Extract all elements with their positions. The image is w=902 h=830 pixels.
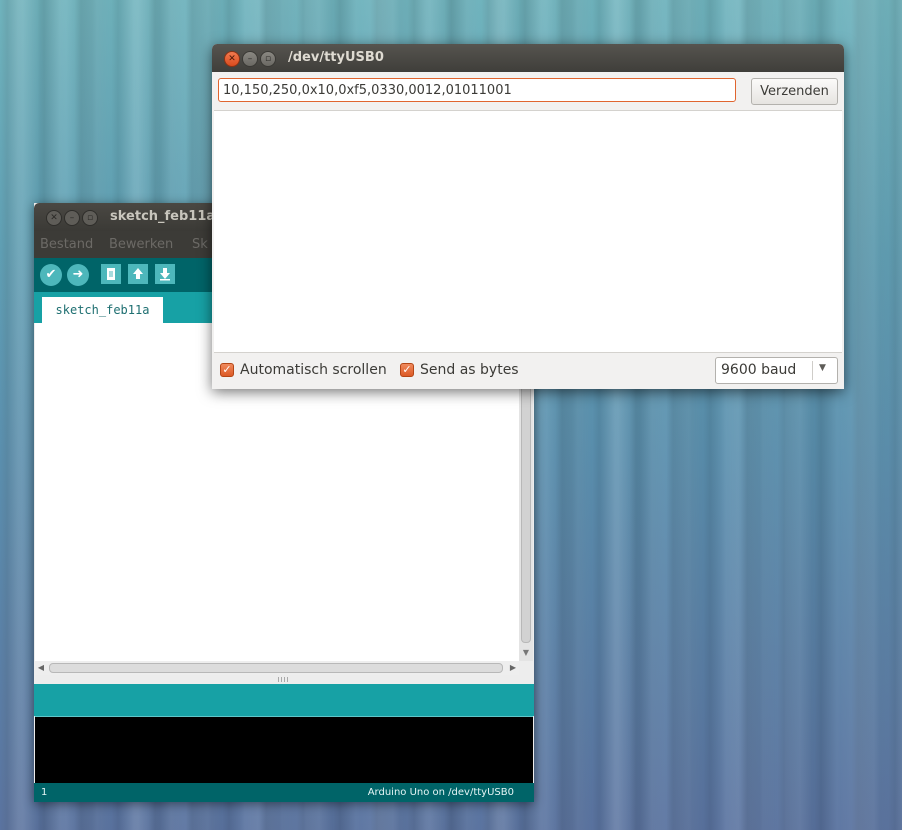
autoscroll-label: Automatisch scrollen bbox=[240, 362, 387, 378]
editor-horizontal-scrollbar[interactable]: ◀ ▶ bbox=[35, 661, 519, 675]
send-bytes-label: Send as bytes bbox=[420, 362, 519, 378]
ide-close-icon[interactable]: ✕ bbox=[46, 210, 62, 226]
console-splitter[interactable] bbox=[34, 675, 534, 684]
new-file-icon bbox=[107, 268, 115, 280]
baud-divider bbox=[812, 361, 813, 380]
line-number: 1 bbox=[41, 787, 48, 798]
checkmark-icon: ✔ bbox=[45, 267, 57, 282]
board-port-label: Arduino Uno on /dev/ttyUSB0 bbox=[367, 787, 514, 798]
ide-window-title: sketch_feb11a bbox=[110, 209, 216, 224]
splitter-grip-icon[interactable] bbox=[278, 677, 290, 682]
ide-status-bar bbox=[34, 684, 534, 716]
scroll-right-icon[interactable]: ▶ bbox=[507, 661, 519, 675]
serial-close-icon[interactable]: ✕ bbox=[224, 51, 240, 67]
send-bytes-checkbox[interactable]: ✓ bbox=[400, 363, 414, 377]
serial-titlebar[interactable]: ✕ – ▫ /dev/ttyUSB0 bbox=[212, 44, 844, 72]
save-button[interactable] bbox=[155, 264, 175, 284]
ide-footer: 1 Arduino Uno on /dev/ttyUSB0 bbox=[34, 783, 534, 802]
ide-console[interactable] bbox=[35, 716, 533, 783]
ide-minimize-icon[interactable]: – bbox=[64, 210, 80, 226]
upload-button[interactable]: ➜ bbox=[67, 264, 89, 286]
scroll-left-icon[interactable]: ◀ bbox=[35, 661, 47, 675]
send-input[interactable] bbox=[218, 78, 736, 102]
ide-maximize-icon[interactable]: ▫ bbox=[82, 210, 98, 226]
horizontal-scroll-thumb[interactable] bbox=[49, 663, 503, 673]
serial-minimize-icon[interactable]: – bbox=[242, 51, 258, 67]
serial-window-title: /dev/ttyUSB0 bbox=[288, 50, 384, 65]
autoscroll-checkbox[interactable]: ✓ bbox=[220, 363, 234, 377]
send-button[interactable]: Verzenden bbox=[751, 78, 838, 105]
menu-sketch[interactable]: Sk bbox=[192, 237, 208, 252]
arrow-right-icon: ➜ bbox=[72, 267, 84, 282]
scroll-down-icon[interactable]: ▼ bbox=[519, 645, 533, 661]
verify-button[interactable]: ✔ bbox=[40, 264, 62, 286]
baud-rate-select[interactable]: 9600 baud ▼ bbox=[715, 357, 838, 384]
serial-monitor-window: ✕ – ▫ /dev/ttyUSB0 Verzenden ✓ Automatis… bbox=[212, 44, 844, 389]
new-button[interactable] bbox=[101, 264, 121, 284]
chevron-down-icon[interactable]: ▼ bbox=[819, 363, 826, 373]
serial-output-area[interactable] bbox=[214, 110, 842, 353]
open-icon bbox=[133, 268, 143, 279]
save-icon bbox=[160, 268, 170, 281]
open-button[interactable] bbox=[128, 264, 148, 284]
menu-bewerken[interactable]: Bewerken bbox=[109, 237, 173, 252]
baud-rate-value: 9600 baud bbox=[721, 362, 797, 378]
serial-maximize-icon[interactable]: ▫ bbox=[260, 51, 276, 67]
tab-sketch[interactable]: sketch_feb11a bbox=[42, 297, 163, 323]
menu-bestand[interactable]: Bestand bbox=[40, 237, 93, 252]
